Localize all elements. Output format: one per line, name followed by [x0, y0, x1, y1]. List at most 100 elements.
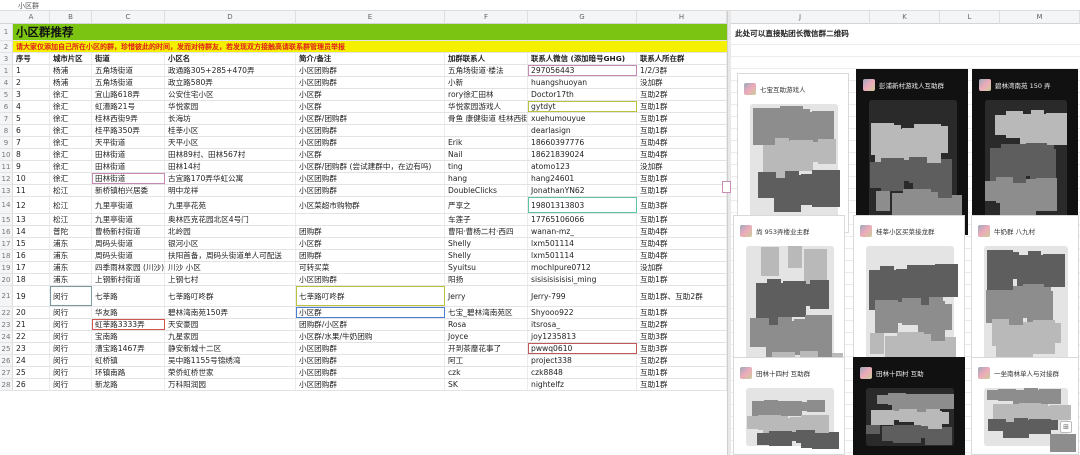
- table-row[interactable]: 6 4 徐汇 虹漕路21号 华悦家园 小区群 华悦家园游戏人 gytdyt 互助1群: [0, 101, 727, 113]
- table-cell[interactable]: 公安住宅小区: [165, 89, 296, 100]
- table-cell[interactable]: 扶阳首备，周码头街道单人可配送: [165, 250, 296, 261]
- table-cell[interactable]: mochlpure0712: [528, 262, 637, 273]
- table-cell[interactable]: 2: [13, 77, 50, 88]
- table-cell[interactable]: 川沙 小区: [165, 262, 296, 273]
- table-row[interactable]: 23 21 闵行 虹莘路3333弄 天安豪园 团购群/小区群 Rosa itsrosa_ 互助2…: [0, 319, 727, 331]
- row-number[interactable]: 6: [0, 101, 13, 112]
- table-cell[interactable]: 周码头街道: [92, 238, 165, 249]
- table-row[interactable]: 18 16 浦东 周码头街道 扶阳首备，周码头街道单人可配送 团购群 Shelly lxm50…: [0, 250, 727, 262]
- table-cell[interactable]: 天平街道: [92, 137, 165, 148]
- table-cell[interactable]: 可转买菜: [296, 262, 445, 273]
- table-cell[interactable]: 环镇南路: [92, 367, 165, 378]
- table-cell[interactable]: 互助1群: [637, 214, 727, 225]
- column-title[interactable]: 序号: [13, 53, 50, 64]
- table-cell[interactable]: 14: [13, 226, 50, 237]
- table-cell[interactable]: 万科阳润园: [165, 379, 296, 390]
- table-cell[interactable]: 互助1群: [637, 173, 727, 184]
- row-number[interactable]: 12: [0, 173, 13, 184]
- table-cell[interactable]: 8: [13, 149, 50, 160]
- table-cell[interactable]: 华悦家园: [165, 101, 296, 112]
- row-number[interactable]: 26: [0, 355, 13, 366]
- table-cell[interactable]: Jerry: [445, 286, 528, 306]
- table-cell[interactable]: 七莘路叮咚群: [165, 286, 296, 306]
- table-cell[interactable]: Shelly: [445, 238, 528, 249]
- table-cell[interactable]: 互助4群: [637, 238, 727, 249]
- table-cell[interactable]: 天平小区: [165, 137, 296, 148]
- table-cell[interactable]: 骨鱼 康健街道 桂林西街: [445, 113, 528, 124]
- table-cell[interactable]: 天安豪园: [165, 319, 296, 330]
- table-cell[interactable]: 曹阳·曹杨二村·西四: [445, 226, 528, 237]
- table-cell[interactable]: 互助2群: [637, 355, 727, 366]
- qr-code-card[interactable]: 彭浦新村游戏人互助群: [856, 69, 968, 235]
- table-cell[interactable]: 桂莘小区: [165, 125, 296, 136]
- table-cell[interactable]: 荣侨虹桥世家: [165, 367, 296, 378]
- table-cell[interactable]: 小区团购群: [296, 125, 445, 136]
- table-row[interactable]: 8 6 徐汇 桂平路350弄 桂莘小区 小区团购群 dearlasign 互助1群: [0, 125, 727, 137]
- table-row[interactable]: 21 19 闵行 七莘路 七莘路叮咚群 七莘路叮咚群 Jerry Jerry-799 互助1群、…: [0, 286, 727, 307]
- table-cell[interactable]: 徐汇: [50, 161, 92, 172]
- table-cell[interactable]: 没加群: [637, 77, 727, 88]
- table-cell[interactable]: 阿工: [445, 355, 528, 366]
- table-row[interactable]: 27 25 闵行 环镇南路 荣侨虹桥世家 小区团购群 czk czk8848 互助1群: [0, 367, 727, 379]
- row-number[interactable]: 28: [0, 379, 13, 390]
- column-header[interactable]: D: [165, 11, 296, 24]
- table-cell[interactable]: 297056443: [528, 65, 637, 76]
- table-cell[interactable]: 田林89村、田林567村: [165, 149, 296, 160]
- table-cell[interactable]: 华悦家园游戏人: [445, 101, 528, 112]
- row-number[interactable]: 15: [0, 214, 13, 225]
- table-cell[interactable]: czk8848: [528, 367, 637, 378]
- table-cell[interactable]: 五角场街道: [92, 65, 165, 76]
- table-cell[interactable]: 互助3群: [637, 343, 727, 354]
- row-number[interactable]: 1: [0, 65, 13, 76]
- table-cell[interactable]: 田林14村: [165, 161, 296, 172]
- table-cell[interactable]: joy1235813: [528, 331, 637, 342]
- table-cell[interactable]: lxm501114: [528, 250, 637, 261]
- table-cell[interactable]: Shelly: [445, 250, 528, 261]
- table-cell[interactable]: 互助3群: [637, 331, 727, 342]
- column-title[interactable]: 城市片区: [50, 53, 92, 64]
- table-cell[interactable]: 浦东: [50, 238, 92, 249]
- row-number[interactable]: 2: [0, 41, 13, 52]
- column-header[interactable]: J: [731, 11, 870, 24]
- table-cell[interactable]: 小区群/团购群: [296, 113, 445, 124]
- table-cell[interactable]: 1/2/3群: [637, 65, 727, 76]
- table-cell[interactable]: 杨浦: [50, 65, 92, 76]
- table-cell[interactable]: 1: [13, 65, 50, 76]
- table-cell[interactable]: 政立路580弄: [165, 77, 296, 88]
- table-cell[interactable]: 杨浦: [50, 77, 92, 88]
- row-number[interactable]: 13: [0, 185, 13, 196]
- table-cell[interactable]: 17765106066: [528, 214, 637, 225]
- table-cell[interactable]: 7: [13, 137, 50, 148]
- table-cell[interactable]: 浦东: [50, 262, 92, 273]
- table-cell[interactable]: 24: [13, 355, 50, 366]
- table-cell[interactable]: 九里亭街道: [92, 214, 165, 225]
- column-title[interactable]: 联系人所在群: [637, 53, 727, 64]
- table-cell[interactable]: [445, 125, 528, 136]
- table-cell[interactable]: 互助1群: [637, 125, 727, 136]
- table-cell[interactable]: 闵行: [50, 367, 92, 378]
- row-number[interactable]: 7: [0, 113, 13, 124]
- table-cell[interactable]: project338: [528, 355, 637, 366]
- table-row[interactable]: 4 2 杨浦 五角场街道 政立路580弄 小区团购群 小新 huangshuoyan 没加群: [0, 77, 727, 89]
- table-row[interactable]: 11 9 徐汇 田林街道 田林14村 小区群/团购群 (尝试建群中，在边有吗) ting at…: [0, 161, 727, 173]
- row-number[interactable]: 20: [0, 274, 13, 285]
- table-cell[interactable]: 阳扬: [445, 274, 528, 285]
- table-row[interactable]: 9 7 徐汇 天平街道 天平小区 小区团购群 Erik 18660397776 互助4群: [0, 137, 727, 149]
- table-cell[interactable]: xuehumouyue: [528, 113, 637, 124]
- column-title[interactable]: 简介/备注: [296, 53, 445, 64]
- table-row[interactable]: 24 22 闵行 宝南路 九星家园 小区群/水果/牛奶团购 Joyce joy1235813 互…: [0, 331, 727, 343]
- table-cell[interactable]: 五角场街道: [92, 77, 165, 88]
- table-cell[interactable]: SK: [445, 379, 528, 390]
- table-row[interactable]: 1 1 杨浦 五角场街道 政通路305+285+470弄 小区团购群 五角场街道·楼法 297…: [0, 65, 727, 77]
- column-header[interactable]: E: [296, 11, 445, 24]
- table-cell[interactable]: 小区群: [296, 89, 445, 100]
- row-number[interactable]: 22: [0, 307, 13, 318]
- table-cell[interactable]: 严享之: [445, 197, 528, 213]
- table-row[interactable]: 16 14 普陀 曹杨新村街道 北岭园 团购群 曹阳·曹杨二村·西四 wanan-mz_ 互助4…: [0, 226, 727, 238]
- row-number[interactable]: 17: [0, 238, 13, 249]
- table-cell[interactable]: Jerry-799: [528, 286, 637, 306]
- table-cell[interactable]: 闵行: [50, 355, 92, 366]
- table-row[interactable]: 15 13 松江 九里亭街道 奥林匹克花园北区4号门 车莲子 17765106066 互助1群: [0, 214, 727, 226]
- table-cell[interactable]: 桂平路350弄: [92, 125, 165, 136]
- table-cell[interactable]: 互助1群: [637, 367, 727, 378]
